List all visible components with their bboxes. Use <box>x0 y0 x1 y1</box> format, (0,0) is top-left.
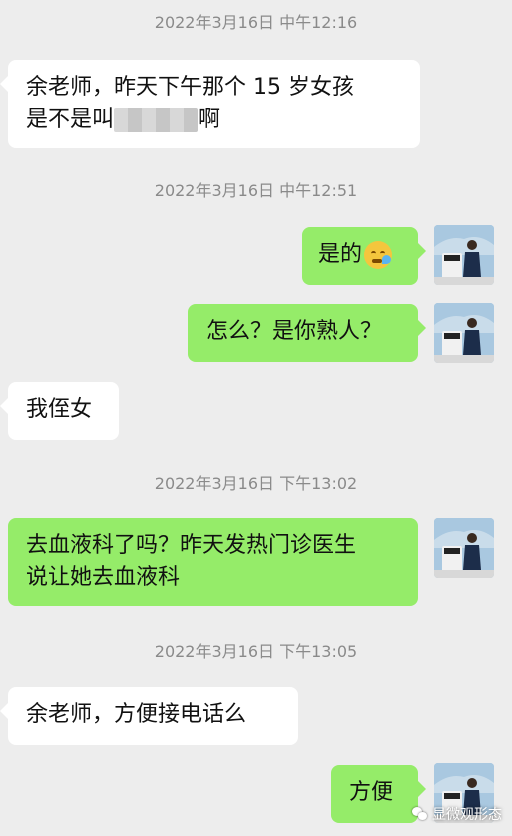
redacted-name-blur <box>114 108 199 132</box>
timestamp: 2022年3月16日 中午12:16 <box>154 13 358 32</box>
incoming-message[interactable]: 余老师，昨天下午那个 15 岁女孩 是不是叫 啊 <box>0 60 420 148</box>
message-text: 怎么？是你熟人？ <box>206 319 383 344</box>
message-line: 说让她去血液科 <box>26 565 181 590</box>
avatar-image <box>434 225 494 285</box>
message-text: 我侄女 <box>26 397 93 422</box>
avatar-image <box>434 303 494 363</box>
incoming-message[interactable]: 余老师，方便接电话么 <box>0 687 298 745</box>
outgoing-message[interactable]: 怎么？是你熟人？ <box>188 304 426 362</box>
avatar[interactable] <box>434 518 494 578</box>
message-line: 余老师，昨天下午那个 15 岁女孩 <box>26 75 354 100</box>
outgoing-message[interactable]: 是的 <box>302 227 426 285</box>
timestamp: 2022年3月16日 中午12:51 <box>154 181 358 200</box>
outgoing-message[interactable]: 去血液科了吗？昨天发热门诊医生 说让她去血液科 <box>8 518 418 606</box>
message-text: 方便 <box>349 780 394 805</box>
message-line: 去血液科了吗？昨天发热门诊医生 <box>26 533 357 558</box>
crying-laughing-emoji-icon <box>364 241 393 269</box>
outgoing-message[interactable]: 方便 <box>331 765 426 823</box>
timestamp: 2022年3月16日 下午13:05 <box>154 642 358 661</box>
watermark-text: 显微观形态 <box>432 807 502 823</box>
message-text: 是的 <box>318 242 363 267</box>
avatar[interactable] <box>434 225 494 285</box>
watermark: 显微观形态 <box>412 804 502 824</box>
message-line: 是不是叫 啊 <box>26 104 402 136</box>
avatar-image <box>434 518 494 578</box>
wechat-logo-icon <box>412 807 428 821</box>
message-text: 是不是叫 <box>26 107 115 132</box>
message-text: 余老师，方便接电话么 <box>26 702 247 727</box>
incoming-message[interactable]: 我侄女 <box>0 382 119 440</box>
message-text: 啊 <box>198 107 221 132</box>
avatar[interactable] <box>434 303 494 363</box>
timestamp: 2022年3月16日 下午13:02 <box>154 474 358 493</box>
